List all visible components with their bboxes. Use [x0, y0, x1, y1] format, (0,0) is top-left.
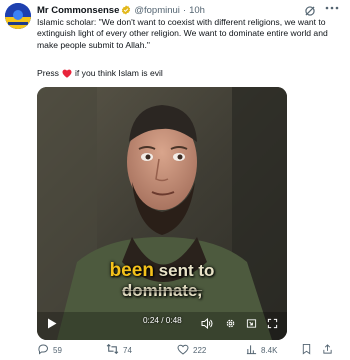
tweet-prompt: Press if you think Islam is evil	[37, 68, 337, 79]
separator: ·	[182, 4, 187, 16]
author-handle[interactable]: @fopminui	[134, 5, 180, 16]
share-button[interactable]	[322, 343, 333, 357]
author-name[interactable]: Mr Commonsense	[37, 5, 119, 16]
caption-line2: dominate,	[121, 281, 203, 300]
heart-emoji-icon	[62, 69, 72, 78]
volume-icon[interactable]	[199, 313, 215, 333]
tweet[interactable]: Mr Commonsense @fopminui · 10h Islamic s…	[0, 0, 350, 360]
fullscreen-icon[interactable]	[264, 313, 280, 333]
prompt-text: if you think Islam is evil	[74, 68, 163, 78]
timestamp[interactable]: 10h	[189, 5, 205, 16]
verified-icon	[121, 5, 131, 15]
repost-count: 74	[123, 345, 132, 355]
video-controls: 0:24 / 0:48	[37, 313, 287, 337]
more-icon[interactable]	[322, 3, 342, 17]
views-button[interactable]: 8.4K	[246, 343, 277, 357]
like-button[interactable]: 222	[177, 343, 206, 357]
press-label: Press	[37, 68, 59, 78]
reply-icon	[37, 343, 49, 357]
video-caption: been sent to dominate,	[37, 261, 287, 301]
play-icon[interactable]	[43, 313, 61, 333]
video-player[interactable]: been sent to dominate, 0:24 / 0:48	[37, 87, 287, 340]
caption-highlight: been	[109, 260, 154, 281]
tweet-text: Islamic scholar: "We don't want to coexi…	[37, 17, 328, 50]
share-icon	[322, 343, 333, 357]
reply-count: 59	[53, 345, 62, 355]
settings-icon[interactable]	[222, 313, 238, 333]
caption-rest: sent to	[158, 261, 215, 280]
reply-button[interactable]: 59	[37, 343, 62, 357]
avatar[interactable]	[5, 3, 31, 29]
like-icon	[177, 344, 189, 357]
like-count: 222	[193, 345, 207, 355]
bookmark-button[interactable]	[301, 343, 312, 357]
grok-icon[interactable]	[303, 4, 317, 18]
video-frame	[37, 87, 287, 340]
video-timecode: 0:24 / 0:48	[143, 316, 182, 325]
pip-icon[interactable]	[243, 313, 259, 333]
views-count: 8.4K	[261, 345, 278, 355]
bookmark-icon	[301, 343, 312, 357]
repost-button[interactable]: 74	[106, 343, 132, 357]
views-icon	[246, 344, 257, 357]
repost-icon	[106, 343, 119, 357]
tweet-header: Mr Commonsense @fopminui · 10h	[37, 3, 307, 17]
